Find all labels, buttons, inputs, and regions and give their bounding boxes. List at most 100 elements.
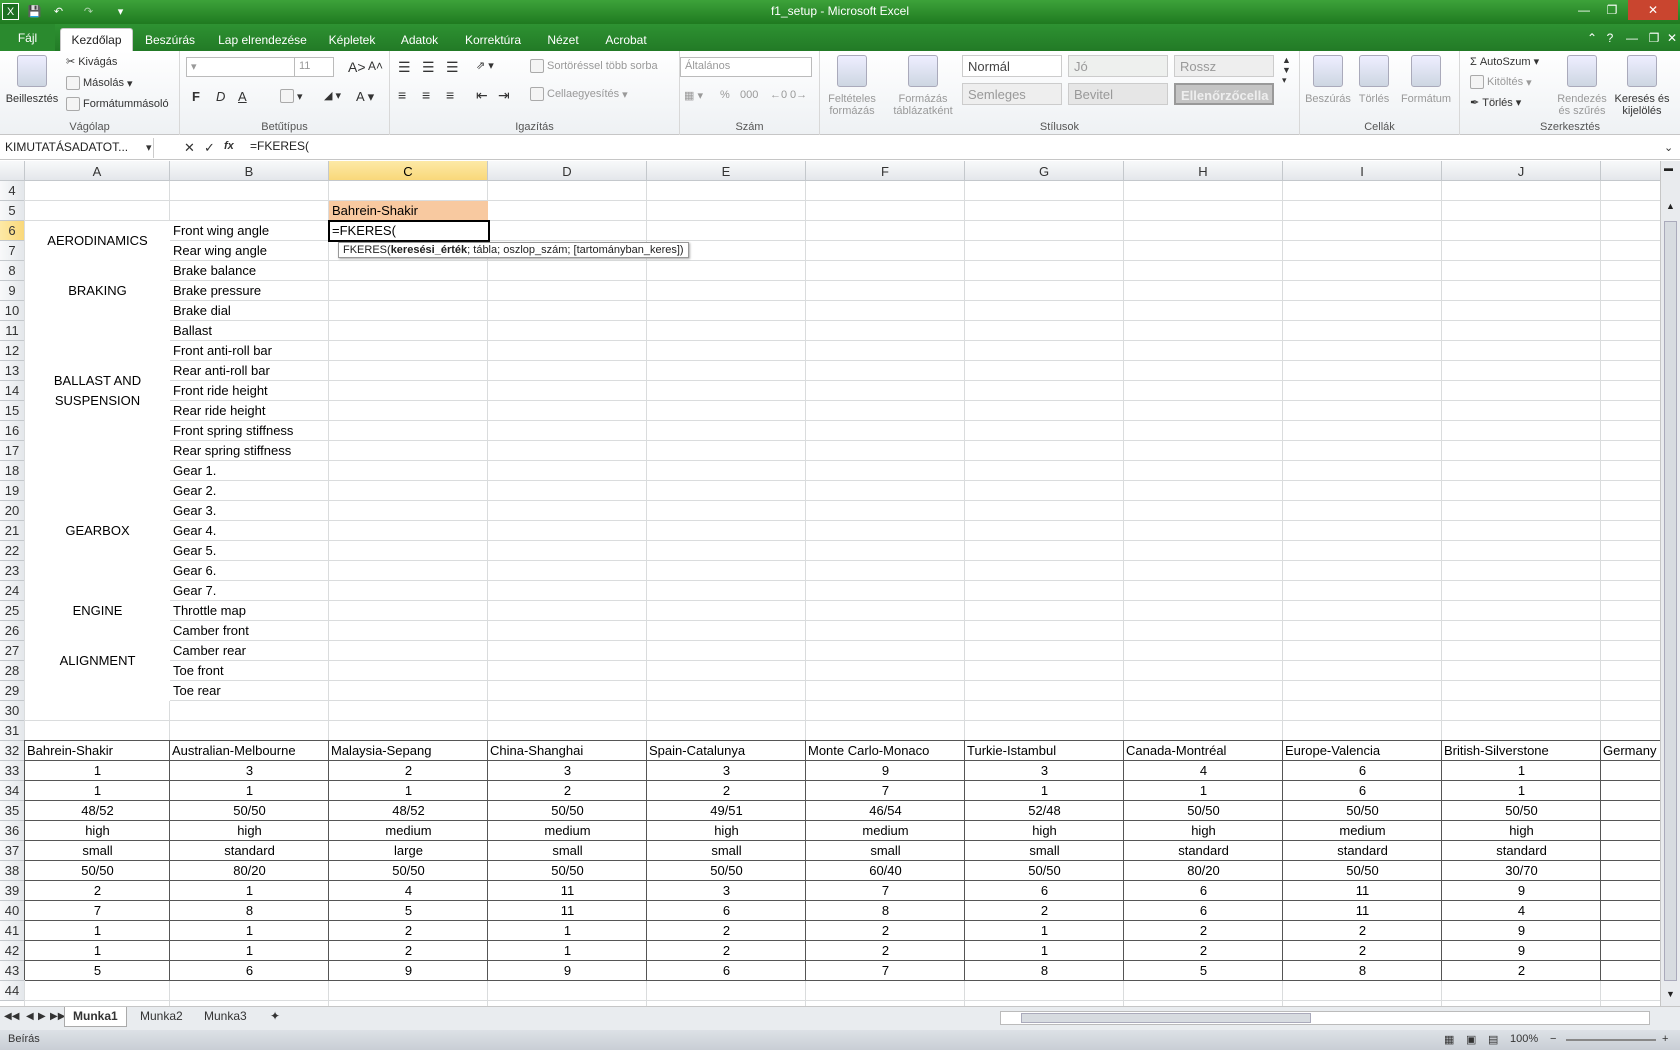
format-cells-button[interactable]: Formátum [1398,55,1454,105]
bold-button[interactable]: F [192,89,200,104]
sheet-nav-next-icon[interactable]: ▶ [38,1011,46,1022]
row-header[interactable]: 5 [0,201,25,221]
sheet-tab-munka2[interactable]: Munka2 [132,1007,191,1027]
category-ballast[interactable]: BALLAST AND SUSPENSION [25,321,170,461]
style-good[interactable]: Jó [1068,55,1168,77]
table-value-cell[interactable]: 3 [488,761,647,781]
parameter-cell[interactable]: Rear spring stiffness [173,441,328,461]
row-header[interactable]: 21 [0,521,25,541]
table-value-cell[interactable]: 1 [965,781,1124,801]
table-value-cell[interactable]: standard [170,841,329,861]
style-input[interactable]: Bevitel [1068,83,1168,105]
sort-filter-button[interactable]: Rendezés és szűrés [1556,55,1608,117]
category-alignment[interactable]: ALIGNMENT [25,621,170,701]
table-value-cell[interactable]: 3 [170,761,329,781]
table-value-cell[interactable]: 2 [1283,921,1442,941]
table-value-cell[interactable]: large [329,841,488,861]
styles-scroll[interactable]: ▲ ▼ ▾ [1282,55,1291,86]
table-value-cell[interactable]: 1 [170,921,329,941]
table-value-cell[interactable]: 2 [1283,941,1442,961]
track-header-cell[interactable]: China-Shanghai [490,741,647,761]
split-handle-icon[interactable]: ▬ [1664,163,1673,173]
row-header[interactable]: 28 [0,661,25,681]
table-value-cell[interactable]: 2 [488,781,647,801]
table-value-cell[interactable]: 1 [25,941,170,961]
row-header[interactable]: 33 [0,761,25,781]
sheet-nav-prev-icon[interactable]: ◀ [26,1011,34,1022]
table-value-cell[interactable]: 2 [647,941,806,961]
table-value-cell[interactable]: 2 [806,921,965,941]
style-bad[interactable]: Rossz [1174,55,1274,77]
zoom-level[interactable]: 100% [1510,1033,1538,1045]
table-value-cell[interactable]: 49/51 [647,801,806,821]
row-header[interactable]: 12 [0,341,25,361]
orientation-icon[interactable]: ⇗ ▾ [476,59,494,72]
table-value-cell[interactable]: high [965,821,1124,841]
parameter-cell[interactable]: Gear 3. [173,501,328,521]
table-value-cell[interactable]: 6 [965,881,1124,901]
row-header[interactable]: 44 [0,981,25,1001]
insert-cells-button[interactable]: Beszúrás [1304,55,1352,105]
table-value-cell[interactable]: medium [329,821,488,841]
tab-home[interactable]: Kezdőlap [60,28,133,51]
sheet-nav-first-icon[interactable]: ◀◀ [4,1011,19,1022]
row-header[interactable]: 8 [0,261,25,281]
cell-c5[interactable]: Bahrein-Shakir [329,201,488,221]
table-value-cell[interactable]: 2 [1442,961,1601,981]
table-value-cell[interactable]: 2 [329,761,488,781]
row-header[interactable]: 6 [0,221,25,241]
table-value-cell[interactable]: 1 [170,941,329,961]
row-header[interactable]: 7 [0,241,25,261]
delete-cells-button[interactable]: Törlés [1354,55,1394,105]
row-header[interactable]: 14 [0,381,25,401]
parameter-cell[interactable]: Throttle map [173,601,328,621]
table-value-cell[interactable]: 1 [965,921,1124,941]
format-as-table-button[interactable]: Formázás táblázatként [888,55,958,117]
column-header[interactable]: B [170,161,329,181]
tab-page-layout[interactable]: Lap elrendezése [210,28,315,51]
table-value-cell[interactable]: 1 [170,881,329,901]
row-header[interactable]: 41 [0,921,25,941]
percent-button[interactable]: % [720,89,730,101]
table-value-cell[interactable]: 7 [806,881,965,901]
number-format-select[interactable]: Általános [680,57,812,77]
table-value-cell[interactable]: 8 [170,901,329,921]
table-value-cell[interactable]: 4 [329,881,488,901]
tab-insert[interactable]: Beszúrás [140,28,200,51]
table-value-cell[interactable]: 1 [488,941,647,961]
row-header[interactable]: 22 [0,541,25,561]
table-value-cell[interactable]: 9 [806,761,965,781]
category-aerodynamics[interactable]: AERODINAMICS [25,221,170,261]
table-value-cell[interactable]: 50/50 [1124,801,1283,821]
align-right-icon[interactable]: ≡ [446,87,454,103]
table-value-cell[interactable]: 11 [488,881,647,901]
track-header-cell[interactable]: Canada-Montréal [1126,741,1283,761]
table-value-cell[interactable]: 2 [329,921,488,941]
align-center-icon[interactable]: ≡ [422,87,430,103]
table-value-cell[interactable]: 60/40 [806,861,965,881]
font-family-select[interactable]: ▾ [186,57,298,77]
parameter-cell[interactable]: Camber front [173,621,328,641]
row-header[interactable]: 27 [0,641,25,661]
horizontal-scrollbar[interactable] [1000,1011,1650,1025]
table-value-cell[interactable]: 8 [806,901,965,921]
row-header[interactable]: 16 [0,421,25,441]
table-value-cell[interactable]: 1 [1124,781,1283,801]
tab-data[interactable]: Adatok [392,28,447,51]
parameter-cell[interactable]: Brake pressure [173,281,328,301]
column-header[interactable]: H [1124,161,1283,181]
cut-button[interactable]: ✂ Kivágás [66,55,117,69]
format-painter-button[interactable]: Formátummásoló [66,97,169,111]
category-gearbox[interactable]: GEARBOX [25,461,170,601]
table-value-cell[interactable]: high [25,821,170,841]
scroll-up-icon[interactable]: ▲ [1666,201,1675,211]
help-icon[interactable]: ? [1598,28,1622,48]
track-header-cell[interactable]: Australian-Melbourne [172,741,329,761]
row-header[interactable]: 25 [0,601,25,621]
zoom-slider[interactable] [1566,1039,1656,1041]
restore-icon[interactable]: ❐ [1600,0,1624,20]
parameter-cell[interactable]: Camber rear [173,641,328,661]
track-header-cell[interactable]: Spain-Catalunya [649,741,806,761]
row-header[interactable]: 13 [0,361,25,381]
table-value-cell[interactable]: 6 [1283,761,1442,781]
